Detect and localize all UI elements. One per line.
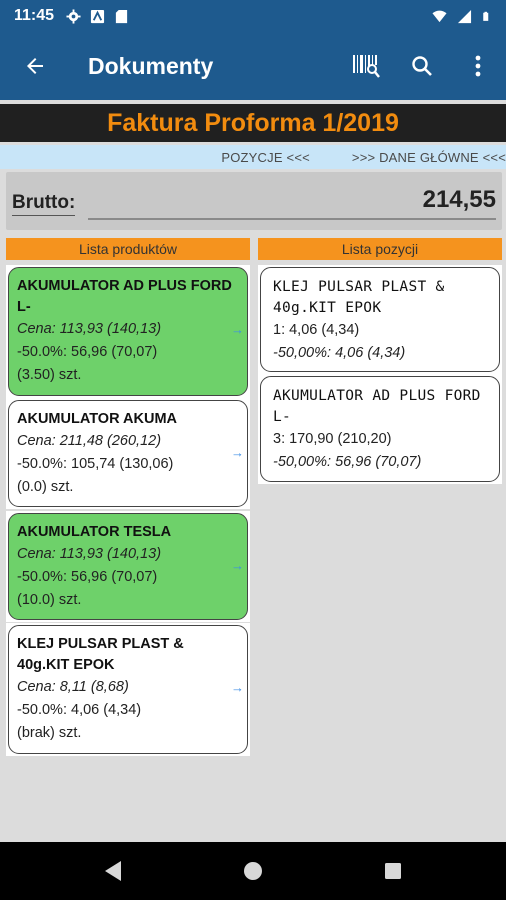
product-price: Cena: 8,11 (8,68) bbox=[17, 679, 129, 695]
back-icon bbox=[105, 861, 121, 881]
search-icon bbox=[412, 56, 432, 76]
search-button[interactable] bbox=[394, 32, 450, 100]
document-title: Faktura Proforma 1/2019 bbox=[0, 104, 506, 142]
product-card[interactable]: KLEJ PULSAR PLAST & 40g.KIT EPOK Cena: 8… bbox=[8, 625, 248, 754]
barcode-search-button[interactable] bbox=[338, 32, 394, 100]
nfc-icon bbox=[90, 9, 105, 23]
gear-icon bbox=[66, 8, 81, 24]
brutto-summary: Brutto: 214,55 bbox=[6, 172, 502, 230]
position-discount: -50,00%: 56,96 (70,07) bbox=[273, 454, 422, 470]
chevron-right-icon: → bbox=[231, 322, 244, 337]
chevron-right-icon: → bbox=[231, 680, 244, 695]
product-list-item[interactable]: KLEJ PULSAR PLAST & 40g.KIT EPOK Cena: 8… bbox=[6, 623, 250, 756]
chevron-right-icon: → bbox=[231, 558, 244, 573]
product-card[interactable]: AKUMULATOR TESLA Cena: 113,93 (140,13) -… bbox=[8, 513, 248, 620]
status-time: 11:45 bbox=[14, 7, 55, 24]
more-options-button[interactable] bbox=[450, 32, 506, 100]
more-vert-icon bbox=[475, 55, 481, 77]
arrow-back-icon bbox=[27, 58, 43, 74]
chevron-right-icon: → bbox=[231, 445, 244, 460]
back-button[interactable] bbox=[0, 32, 70, 100]
product-quantity: (0.0) szt. bbox=[17, 479, 74, 495]
product-name: KLEJ PULSAR PLAST & 40g.KIT EPOK bbox=[17, 636, 184, 673]
battery-icon bbox=[483, 11, 489, 21]
signal-icon bbox=[457, 9, 472, 23]
system-back-button[interactable] bbox=[43, 842, 183, 900]
recents-icon bbox=[385, 863, 401, 879]
products-list-header: Lista produktów bbox=[6, 238, 250, 260]
product-name: AKUMULATOR TESLA bbox=[17, 524, 172, 540]
position-amount: 1: 4,06 (4,34) bbox=[273, 322, 360, 338]
nav-pozycje-link[interactable]: POZYCJE <<< bbox=[221, 150, 310, 165]
product-discount: -50.0%: 105,74 (130,06) bbox=[17, 456, 174, 472]
home-icon bbox=[244, 862, 262, 880]
product-name: AKUMULATOR AD PLUS FORD L- bbox=[17, 278, 232, 315]
product-quantity: (brak) szt. bbox=[17, 725, 82, 741]
position-list-item[interactable]: KLEJ PULSAR PLAST & 40g.KIT EPOK 1: 4,06… bbox=[258, 265, 502, 374]
system-home-button[interactable] bbox=[183, 842, 323, 900]
product-list-item[interactable]: AKUMULATOR AKUMA Cena: 211,48 (260,12) -… bbox=[6, 398, 250, 509]
product-price: Cena: 113,93 (140,13) bbox=[17, 321, 162, 337]
product-discount: -50.0%: 56,96 (70,07) bbox=[17, 344, 158, 360]
system-recents-button[interactable] bbox=[323, 842, 463, 900]
product-list-item[interactable]: AKUMULATOR AD PLUS FORD L- Cena: 113,93 … bbox=[6, 265, 250, 398]
brutto-underline bbox=[88, 218, 496, 220]
position-discount: -50,00%: 4,06 (4,34) bbox=[273, 345, 406, 361]
product-quantity: (3.50) szt. bbox=[17, 367, 82, 383]
position-amount: 3: 170,90 (210,20) bbox=[273, 431, 392, 447]
system-navigation-bar bbox=[0, 842, 506, 900]
position-name: AKUMULATOR AD PLUS FORD L- bbox=[273, 388, 481, 425]
product-discount: -50.0%: 56,96 (70,07) bbox=[17, 569, 158, 585]
wifi-icon bbox=[432, 10, 447, 22]
positions-list-header: Lista pozycji bbox=[258, 238, 502, 260]
barcode-search-icon bbox=[353, 55, 380, 78]
product-discount: -50.0%: 4,06 (4,34) bbox=[17, 702, 142, 718]
brutto-label: Brutto: bbox=[12, 192, 76, 216]
product-card[interactable]: AKUMULATOR AKUMA Cena: 211,48 (260,12) -… bbox=[8, 400, 248, 507]
brutto-value: 214,55 bbox=[422, 186, 496, 213]
product-price: Cena: 211,48 (260,12) bbox=[17, 433, 162, 449]
product-name: AKUMULATOR AKUMA bbox=[17, 411, 178, 427]
app-title: Dokumenty bbox=[88, 52, 214, 79]
position-name: KLEJ PULSAR PLAST & 40g.KIT EPOK bbox=[273, 279, 445, 316]
nav-dane-glowne-link[interactable]: >>> DANE GŁÓWNE <<< bbox=[352, 150, 506, 165]
product-quantity: (10.0) szt. bbox=[17, 592, 82, 608]
section-nav-strip: POZYCJE <<< >>> DANE GŁÓWNE <<< bbox=[0, 145, 506, 169]
status-bar: 11:45 bbox=[0, 0, 506, 32]
sd-card-icon bbox=[115, 9, 128, 23]
position-card[interactable]: KLEJ PULSAR PLAST & 40g.KIT EPOK 1: 4,06… bbox=[260, 267, 500, 372]
position-list-item[interactable]: AKUMULATOR AD PLUS FORD L- 3: 170,90 (21… bbox=[258, 374, 502, 484]
product-list-item[interactable]: AKUMULATOR TESLA Cena: 113,93 (140,13) -… bbox=[6, 511, 250, 622]
position-card[interactable]: AKUMULATOR AD PLUS FORD L- 3: 170,90 (21… bbox=[260, 376, 500, 482]
product-price: Cena: 113,93 (140,13) bbox=[17, 546, 162, 562]
product-card[interactable]: AKUMULATOR AD PLUS FORD L- Cena: 113,93 … bbox=[8, 267, 248, 396]
app-bar: Dokumenty bbox=[0, 32, 506, 100]
